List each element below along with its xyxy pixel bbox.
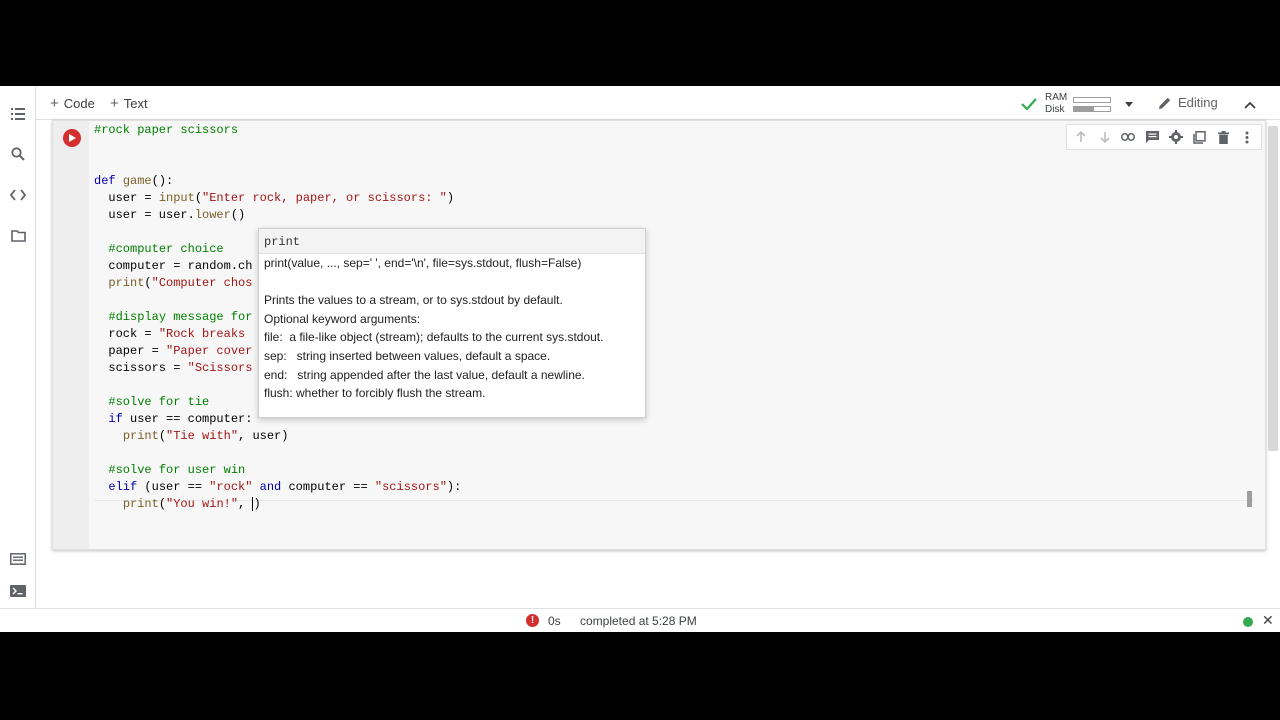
- cell-gutter: [53, 121, 89, 549]
- plus-icon: +: [50, 95, 59, 112]
- tooltip-line: end: string appended after the last valu…: [264, 367, 585, 382]
- error-icon: !: [526, 614, 539, 627]
- left-rail: [0, 86, 36, 608]
- disk-bar: [1073, 105, 1112, 112]
- files-folder-icon[interactable]: [8, 226, 28, 246]
- ram-bar: [1073, 96, 1112, 103]
- signature-help-tooltip: print print(value, ..., sep=' ', end='\n…: [258, 228, 646, 418]
- code-line: #display message for: [108, 310, 253, 324]
- colab-app: + Code + Text RAM Disk Editing #rock pap…: [0, 86, 1280, 632]
- code-snippets-icon[interactable]: [8, 185, 28, 205]
- tooltip-line: flush: whether to forcibly flush the str…: [264, 386, 486, 401]
- resource-bars: [1073, 94, 1112, 115]
- table-of-contents-icon[interactable]: [8, 104, 28, 124]
- pencil-icon: [1159, 97, 1171, 109]
- ram-label: RAM: [1045, 92, 1068, 103]
- editor-scroll-marker: [1247, 491, 1252, 507]
- delete-icon[interactable]: [1214, 128, 1232, 146]
- check-icon: [1021, 98, 1037, 110]
- disk-bar-fill: [1074, 106, 1095, 111]
- execution-duration: 0s: [548, 614, 561, 628]
- runtime-resources[interactable]: RAM Disk: [1021, 92, 1134, 116]
- gear-icon[interactable]: [1167, 128, 1185, 146]
- add-code-cell-button[interactable]: + Code: [50, 95, 95, 112]
- more-vert-icon[interactable]: [1238, 128, 1256, 146]
- play-icon: [69, 134, 76, 142]
- code-line: user = user.lower(): [94, 208, 246, 222]
- connected-status-dot: [1243, 617, 1253, 627]
- letterbox-top: [0, 0, 1280, 86]
- plus-icon: +: [110, 95, 119, 112]
- add-text-label: Text: [123, 96, 148, 111]
- status-bar: ! 0s completed at 5:28 PM ✕: [0, 608, 1280, 632]
- add-code-label: Code: [63, 96, 95, 111]
- cell-toolbar: [1066, 124, 1262, 150]
- code-cell[interactable]: #rock paper scissors def game(): user = i…: [52, 120, 1266, 550]
- code-line: print("Computer chos: [108, 276, 253, 290]
- editing-label: Editing: [1178, 95, 1218, 110]
- move-cell-up-icon[interactable]: [1072, 128, 1090, 146]
- command-palette-icon[interactable]: [8, 549, 28, 569]
- text-caret: [252, 496, 254, 511]
- close-icon[interactable]: ✕: [1262, 612, 1274, 629]
- move-cell-down-icon[interactable]: [1096, 128, 1114, 146]
- notebook-scrollbar[interactable]: [1268, 126, 1278, 451]
- chevron-down-icon[interactable]: [1125, 101, 1134, 107]
- code-line: elif (user == "rock" and computer == "sc…: [108, 480, 462, 494]
- code-line: print("You win!", ): [122, 496, 261, 511]
- code-line: def game():: [94, 174, 174, 188]
- run-cell-button[interactable]: [63, 129, 81, 147]
- code-line: rock = "Rock breaks: [94, 327, 246, 341]
- code-line: print("Tie with", user): [122, 429, 289, 443]
- comment-icon[interactable]: [1143, 128, 1161, 146]
- chevron-up-icon[interactable]: [1244, 96, 1256, 114]
- code-line: user = input("Enter rock, paper, or scis…: [94, 191, 455, 205]
- code-line: #computer choice: [108, 242, 224, 256]
- code-line: paper = "Paper cover: [94, 344, 253, 358]
- add-text-cell-button[interactable]: + Text: [110, 95, 148, 112]
- code-line: #solve for user win: [108, 463, 246, 477]
- tooltip-line: sep: string inserted between values, def…: [264, 348, 551, 363]
- code-line: #rock paper scissors: [94, 123, 239, 137]
- tooltip-line: [264, 273, 640, 292]
- link-icon[interactable]: [1119, 128, 1137, 146]
- tooltip-line: Optional keyword arguments:: [264, 311, 421, 326]
- tooltip-line: print(value, ..., sep=' ', end='\n', fil…: [264, 256, 582, 270]
- notebook-toolbar: + Code + Text RAM Disk Editing: [36, 86, 1280, 120]
- code-line: #solve for tie: [108, 395, 210, 409]
- letterbox-bottom: [0, 632, 1280, 720]
- code-line: scissors = "Scissors: [94, 361, 253, 375]
- editing-mode-button[interactable]: Editing: [1158, 95, 1218, 110]
- tooltip-body: print(value, ..., sep=' ', end='\n', fil…: [259, 254, 645, 403]
- resource-labels: RAM Disk: [1045, 92, 1067, 116]
- code-line: computer = random.ch: [94, 259, 253, 273]
- tooltip-title: print: [259, 229, 645, 254]
- search-icon[interactable]: [8, 144, 28, 164]
- tooltip-line: Prints the values to a stream, or to sys…: [264, 293, 563, 308]
- execution-status-message: completed at 5:28 PM: [580, 614, 697, 628]
- tooltip-line: file: a file-like object (stream); defau…: [264, 330, 604, 345]
- disk-label: Disk: [1045, 104, 1065, 115]
- terminal-icon[interactable]: [8, 581, 28, 601]
- code-line: if user == computer:: [108, 412, 253, 426]
- mirror-cell-icon[interactable]: [1191, 128, 1209, 146]
